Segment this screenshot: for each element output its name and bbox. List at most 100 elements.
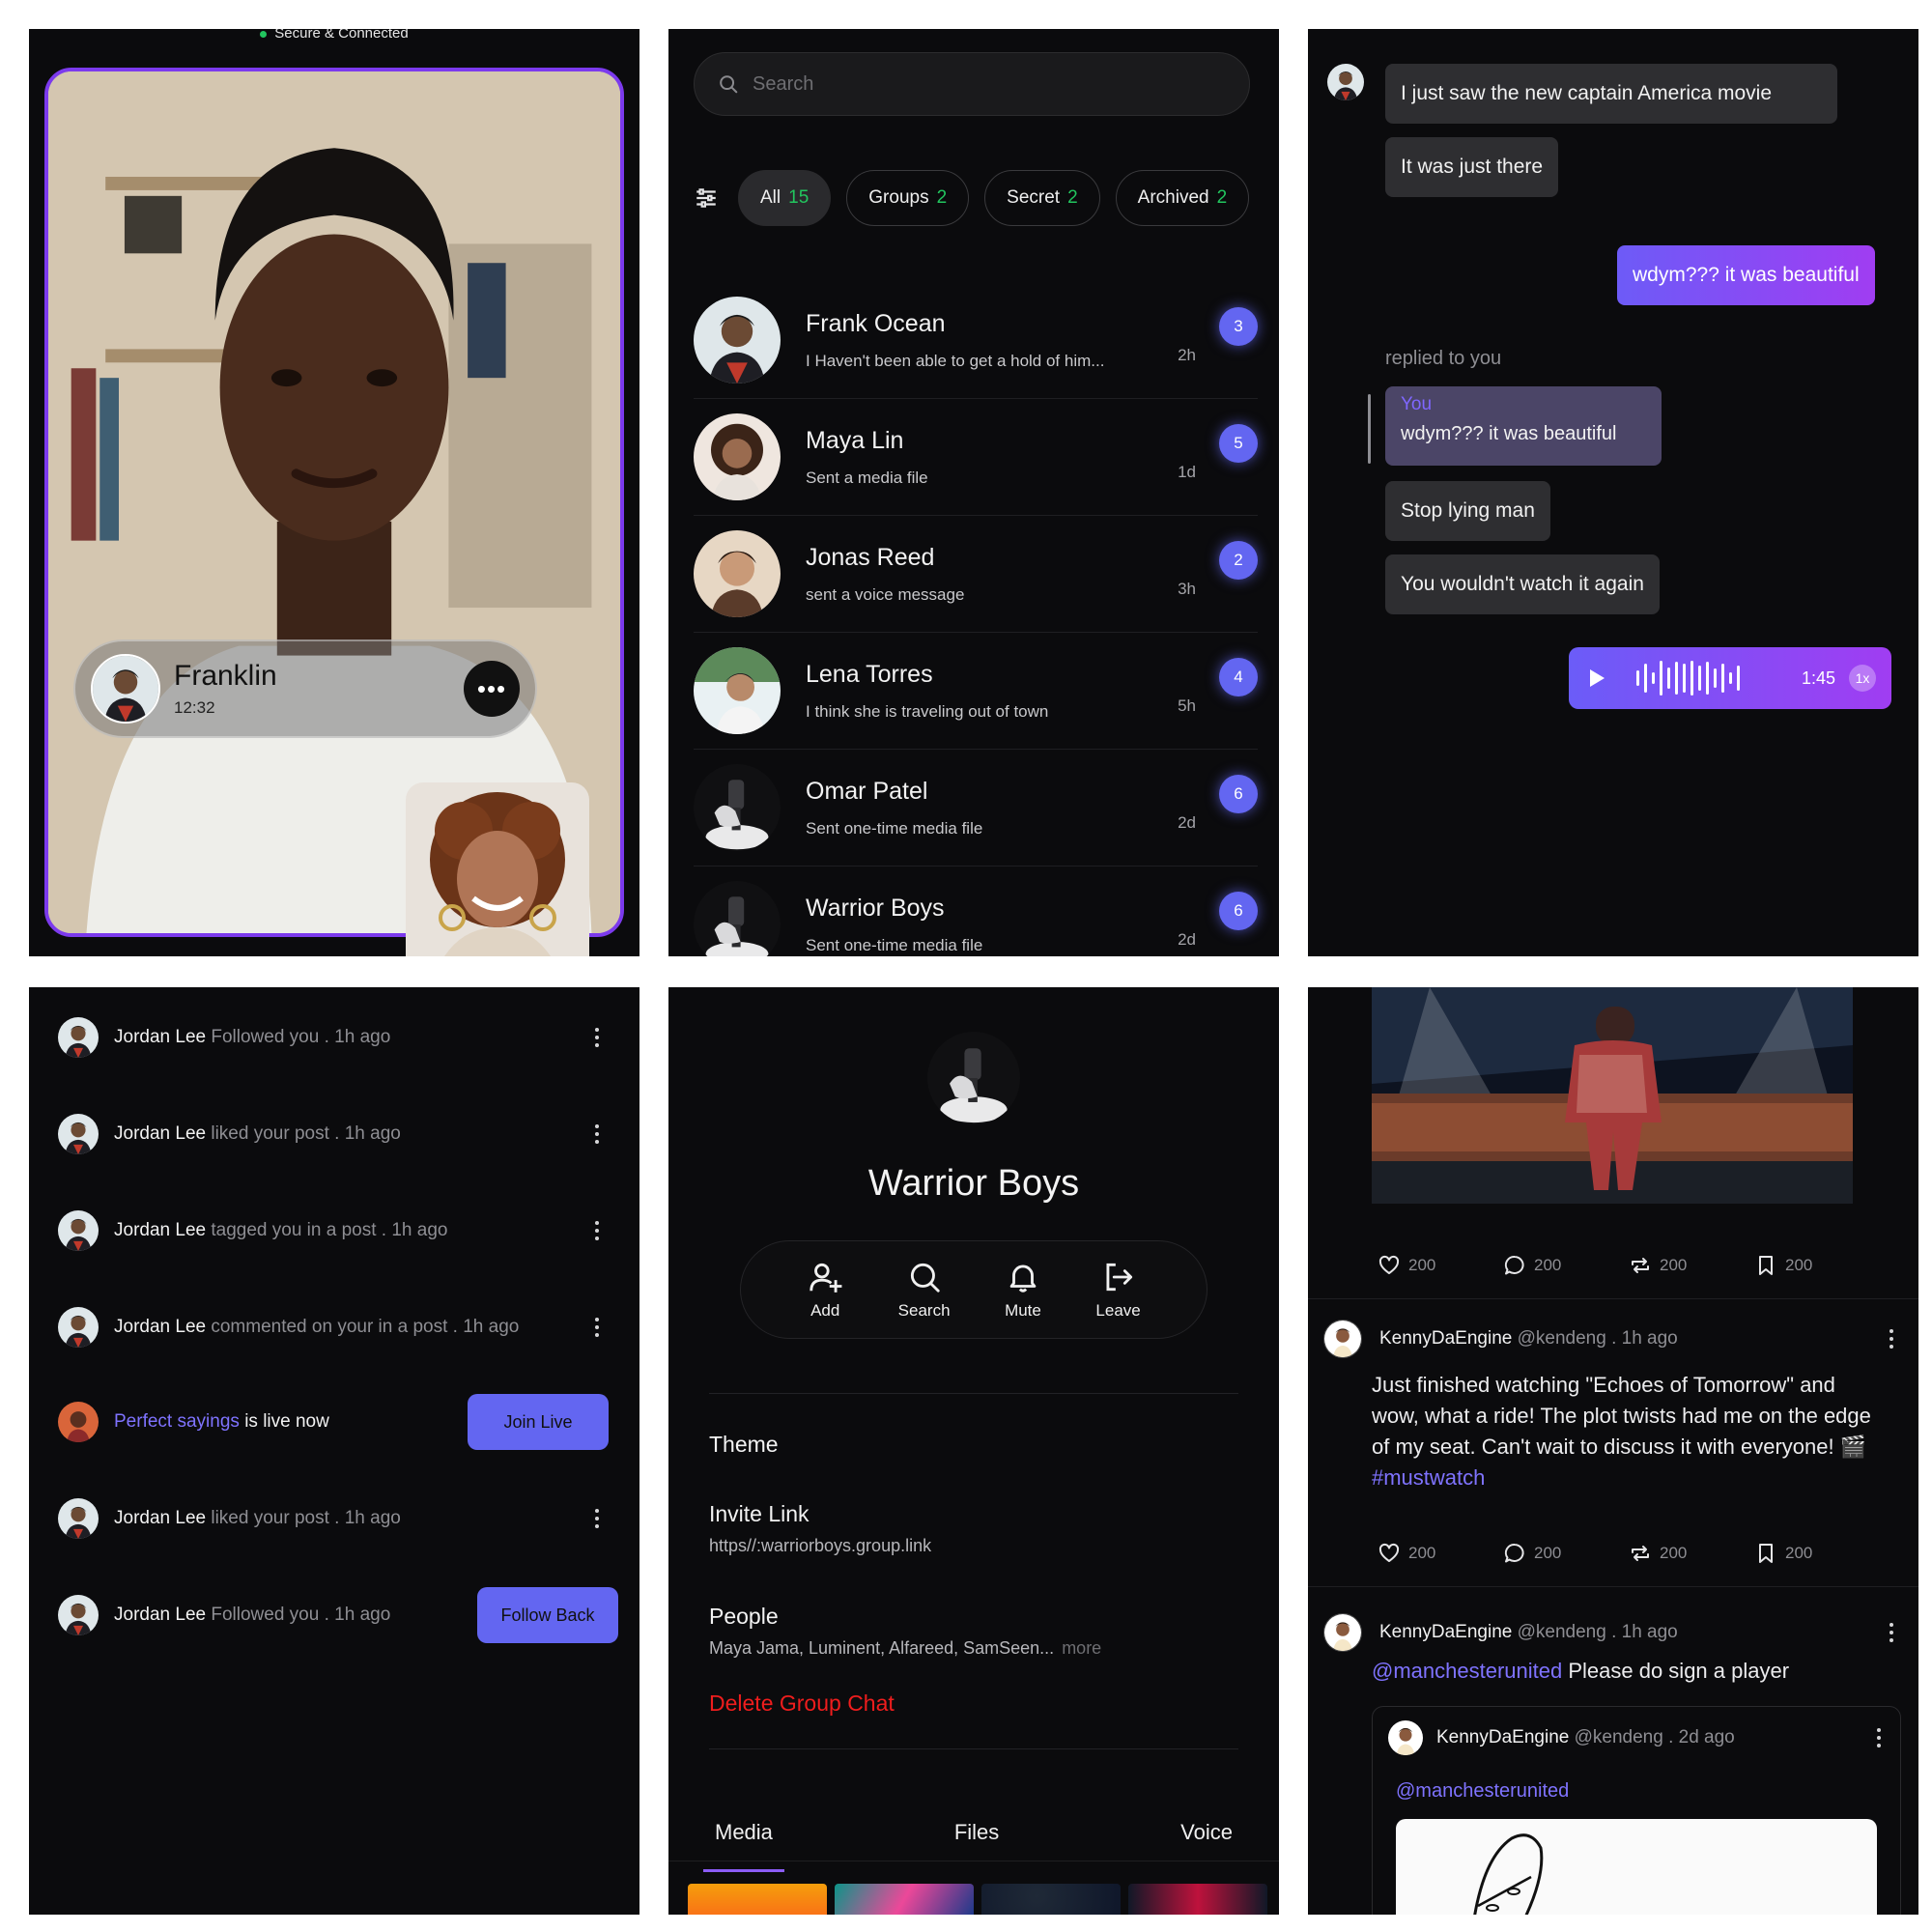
divider	[1308, 1298, 1918, 1299]
chat-row[interactable]: Jonas Reed sent a voice message 3h 2	[694, 516, 1258, 633]
post-stats: 200 200 200 200	[1378, 1542, 1880, 1565]
group-avatar[interactable]	[927, 1032, 1020, 1124]
chat-name: Warrior Boys	[806, 894, 945, 922]
comment-button[interactable]: 200	[1503, 1542, 1629, 1565]
repost-button[interactable]: 200	[1629, 1542, 1754, 1565]
media-thumbnail[interactable]	[688, 1884, 827, 1915]
people-names: Maya Jama, Luminent, Alfareed, SamSeen..…	[709, 1638, 1055, 1658]
filter-chip-groups[interactable]: Groups 2	[846, 170, 970, 226]
notification-item[interactable]: Jordan Lee liked your post . 1h ago	[58, 1490, 609, 1548]
filter-chip-secret[interactable]: Secret 2	[984, 170, 1100, 226]
tab-voice[interactable]: Voice	[1169, 1816, 1244, 1864]
delete-group-button[interactable]: Delete Group Chat	[709, 1690, 895, 1717]
more-vertical-icon[interactable]	[585, 1509, 609, 1528]
self-video-preview[interactable]	[406, 782, 589, 956]
message-bubble-incoming[interactable]: I just saw the new captain America movie	[1385, 64, 1837, 124]
post-image-concert[interactable]	[1372, 987, 1853, 1204]
chat-row[interactable]: Omar Patel Sent one-time media file 2d 6	[694, 750, 1258, 867]
message-bubble-incoming[interactable]: It was just there	[1385, 137, 1559, 197]
post-username[interactable]: KennyDaEngine	[1379, 1622, 1512, 1642]
like-button[interactable]: 200	[1378, 1254, 1503, 1277]
chat-row[interactable]: Warrior Boys Sent one-time media file 2d …	[694, 867, 1258, 956]
user-avatar[interactable]	[1323, 1320, 1362, 1358]
search-input[interactable]	[753, 72, 1216, 96]
live-notification[interactable]: Perfect sayings is live now Join Live	[58, 1393, 609, 1451]
post-username[interactable]: KennyDaEngine	[1379, 1328, 1512, 1349]
media-thumbnail[interactable]	[835, 1884, 974, 1915]
quoted-post[interactable]: KennyDaEngine @kendeng . 2d ago @manches…	[1372, 1706, 1901, 1915]
bookmark-count: 200	[1785, 1256, 1813, 1274]
quoted-mention-link[interactable]: @manchesterunited	[1396, 1780, 1569, 1803]
chat-row[interactable]: Lena Torres I think she is traveling out …	[694, 633, 1258, 750]
repost-button[interactable]: 200	[1629, 1254, 1754, 1277]
chat-preview: I Haven't been able to get a hold of him…	[806, 351, 1105, 370]
playback-speed-button[interactable]: 1x	[1849, 665, 1876, 692]
voice-message[interactable]: 1:45 1x	[1569, 647, 1891, 709]
people-label: People	[709, 1604, 779, 1629]
play-icon[interactable]	[1584, 667, 1607, 690]
join-live-button[interactable]: Join Live	[468, 1394, 609, 1450]
filter-sliders-icon[interactable]	[694, 185, 719, 211]
hashtag-link[interactable]: #mustwatch	[1372, 1465, 1485, 1490]
theme-setting[interactable]: Theme	[709, 1432, 779, 1458]
reply-quote[interactable]: You wdym??? it was beautiful	[1385, 386, 1662, 466]
user-avatar	[58, 1307, 99, 1348]
like-button[interactable]: 200	[1378, 1542, 1503, 1565]
people-more-link[interactable]: more	[1062, 1638, 1101, 1658]
user-avatar[interactable]	[1323, 1613, 1362, 1652]
bookmark-button[interactable]: 200	[1754, 1254, 1880, 1277]
chat-avatar	[694, 647, 781, 734]
search-bar[interactable]	[694, 52, 1250, 116]
leave-button[interactable]: Leave	[1095, 1259, 1141, 1321]
post-header: KennyDaEngine @kendeng . 1h ago	[1323, 1320, 1903, 1358]
more-vertical-icon[interactable]	[585, 1028, 609, 1047]
more-vertical-icon[interactable]	[585, 1124, 609, 1144]
invite-link-url[interactable]: https//:warriorboys.group.link	[709, 1536, 931, 1556]
more-vertical-icon[interactable]	[1880, 1329, 1903, 1349]
chat-name: Frank Ocean	[806, 309, 946, 337]
comment-button[interactable]: 200	[1503, 1254, 1629, 1277]
notification-user[interactable]: Perfect sayings	[114, 1411, 240, 1432]
notification-item[interactable]: Jordan Lee commented on your in a post .…	[58, 1298, 609, 1356]
more-options-button[interactable]: •••	[464, 661, 520, 717]
notification-item[interactable]: Jordan Lee Followed you . 1h ago	[58, 1009, 609, 1066]
follow-back-button[interactable]: Follow Back	[477, 1587, 618, 1643]
notification-item[interactable]: Jordan Lee Followed you . 1h ago Follow …	[58, 1586, 618, 1644]
filter-chip-archived[interactable]: Archived 2	[1115, 170, 1250, 226]
notification-action: Followed you	[211, 1605, 320, 1625]
tab-media[interactable]: Media	[703, 1816, 784, 1872]
more-vertical-icon[interactable]	[585, 1221, 609, 1240]
chat-row[interactable]: Maya Lin Sent a media file 1d 5	[694, 399, 1258, 516]
like-count: 200	[1408, 1544, 1436, 1562]
user-avatar	[58, 1498, 99, 1539]
chat-row[interactable]: Frank Ocean I Haven't been able to get a …	[694, 282, 1258, 399]
more-vertical-icon[interactable]	[1880, 1623, 1903, 1642]
user-avatar[interactable]	[1388, 1720, 1423, 1755]
notification-time: . 1h ago	[381, 1220, 448, 1240]
search-button[interactable]: Search	[898, 1259, 951, 1321]
mention-link[interactable]: @manchesterunited	[1372, 1659, 1562, 1683]
mute-button[interactable]: Mute	[1005, 1259, 1041, 1321]
media-thumbnail[interactable]	[1128, 1884, 1267, 1915]
caller-name: Franklin	[174, 660, 277, 692]
search-icon	[720, 75, 738, 94]
bookmark-button[interactable]: 200	[1754, 1542, 1880, 1565]
more-vertical-icon[interactable]	[585, 1318, 609, 1337]
message-bubble-incoming[interactable]: Stop lying man	[1385, 481, 1550, 541]
quoted-username[interactable]: KennyDaEngine	[1436, 1727, 1569, 1747]
online-dot-icon	[260, 30, 268, 38]
notification-item[interactable]: Jordan Lee tagged you in a post . 1h ago	[58, 1202, 609, 1260]
message-bubble-incoming[interactable]: You wouldn't watch it again	[1385, 554, 1660, 614]
add-member-button[interactable]: Add	[807, 1259, 843, 1321]
tab-files[interactable]: Files	[943, 1816, 1010, 1864]
group-name: Warrior Boys	[867, 1163, 1080, 1204]
notification-action: Followed you	[211, 1027, 320, 1047]
notification-item[interactable]: Jordan Lee liked your post . 1h ago	[58, 1105, 609, 1163]
notification-user: Jordan Lee	[114, 1027, 207, 1047]
more-vertical-icon[interactable]	[1867, 1728, 1890, 1747]
media-thumbnail[interactable]	[981, 1884, 1121, 1915]
chat-name: Lena Torres	[806, 660, 933, 688]
filter-chip-all[interactable]: All 15	[738, 170, 832, 226]
message-bubble-outgoing[interactable]: wdym??? it was beautiful	[1617, 245, 1875, 305]
quoted-post-image[interactable]	[1396, 1819, 1877, 1915]
